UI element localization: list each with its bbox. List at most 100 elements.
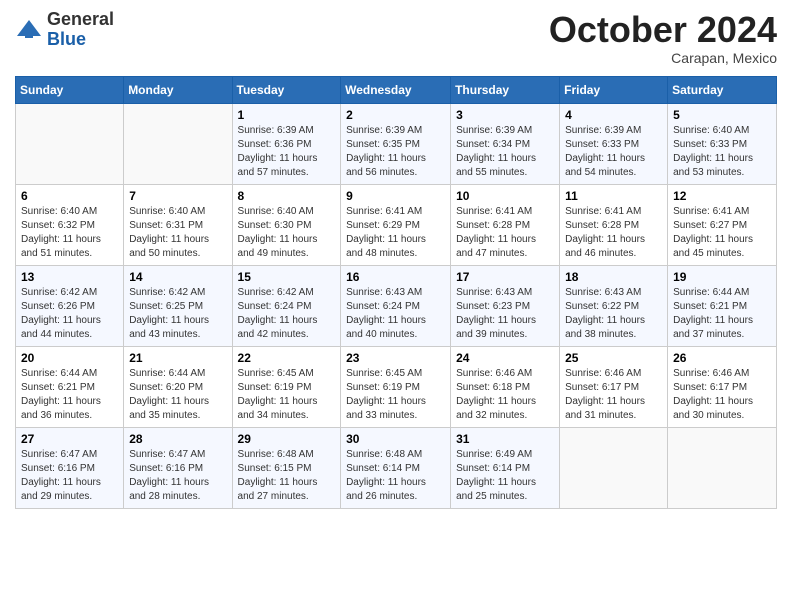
day-number: 22 [238, 351, 336, 365]
logo: General Blue [15, 10, 114, 50]
day-cell: 6 Sunrise: 6:40 AMSunset: 6:32 PMDaylight… [16, 184, 124, 265]
day-cell: 27 Sunrise: 6:47 AMSunset: 6:16 PMDayligh… [16, 427, 124, 508]
day-info: Sunrise: 6:43 AMSunset: 6:24 PMDaylight:… [346, 286, 445, 342]
day-number: 27 [21, 432, 118, 446]
day-number: 23 [346, 351, 445, 365]
day-info: Sunrise: 6:45 AMSunset: 6:19 PMDaylight:… [238, 367, 336, 423]
day-info: Sunrise: 6:42 AMSunset: 6:24 PMDaylight:… [238, 286, 336, 342]
day-info: Sunrise: 6:48 AMSunset: 6:14 PMDaylight:… [346, 448, 445, 504]
col-header-saturday: Saturday [668, 76, 777, 103]
col-header-monday: Monday [124, 76, 232, 103]
day-number: 11 [565, 189, 662, 203]
day-info: Sunrise: 6:41 AMSunset: 6:29 PMDaylight:… [346, 205, 445, 261]
day-cell: 3 Sunrise: 6:39 AMSunset: 6:34 PMDaylight… [451, 103, 560, 184]
location: Carapan, Mexico [549, 50, 777, 66]
col-header-wednesday: Wednesday [341, 76, 451, 103]
day-info: Sunrise: 6:41 AMSunset: 6:28 PMDaylight:… [456, 205, 554, 261]
day-cell: 15 Sunrise: 6:42 AMSunset: 6:24 PMDayligh… [232, 265, 341, 346]
day-cell: 4 Sunrise: 6:39 AMSunset: 6:33 PMDaylight… [560, 103, 668, 184]
title-block: October 2024 Carapan, Mexico [549, 10, 777, 66]
day-cell: 21 Sunrise: 6:44 AMSunset: 6:20 PMDayligh… [124, 346, 232, 427]
day-number: 16 [346, 270, 445, 284]
day-number: 30 [346, 432, 445, 446]
week-row-4: 20Sunrise: 6:44 AMSunset: 6:21 PMDayligh… [16, 346, 777, 427]
day-cell: 17 Sunrise: 6:43 AMSunset: 6:23 PMDayligh… [451, 265, 560, 346]
day-info: Sunrise: 6:49 AMSunset: 6:14 PMDaylight:… [456, 448, 554, 504]
day-number: 17 [456, 270, 554, 284]
day-cell: 19 Sunrise: 6:44 AMSunset: 6:21 PMDayligh… [668, 265, 777, 346]
day-info: Sunrise: 6:43 AMSunset: 6:23 PMDaylight:… [456, 286, 554, 342]
day-cell: 5Sunrise: 6:40 AMSunset: 6:33 PMDaylight… [668, 103, 777, 184]
day-cell: 22 Sunrise: 6:45 AMSunset: 6:19 PMDayligh… [232, 346, 341, 427]
day-info: Sunrise: 6:42 AMSunset: 6:25 PMDaylight:… [129, 286, 226, 342]
day-number: 12 [673, 189, 771, 203]
col-header-friday: Friday [560, 76, 668, 103]
day-cell: 28Sunrise: 6:47 AMSunset: 6:16 PMDayligh… [124, 427, 232, 508]
day-number: 1 [238, 108, 336, 122]
day-number: 8 [238, 189, 336, 203]
day-cell [668, 427, 777, 508]
day-cell: 24 Sunrise: 6:46 AMSunset: 6:18 PMDayligh… [451, 346, 560, 427]
day-info: Sunrise: 6:44 AMSunset: 6:21 PMDaylight:… [673, 286, 771, 342]
day-number: 25 [565, 351, 662, 365]
day-cell: 8 Sunrise: 6:40 AMSunset: 6:30 PMDaylight… [232, 184, 341, 265]
calendar-table: SundayMondayTuesdayWednesdayThursdayFrid… [15, 76, 777, 509]
day-info: Sunrise: 6:46 AMSunset: 6:17 PMDaylight:… [673, 367, 771, 423]
week-row-1: 1 Sunrise: 6:39 AMSunset: 6:36 PMDaylight… [16, 103, 777, 184]
day-number: 9 [346, 189, 445, 203]
day-cell: 13Sunrise: 6:42 AMSunset: 6:26 PMDayligh… [16, 265, 124, 346]
day-number: 15 [238, 270, 336, 284]
day-info: Sunrise: 6:39 AMSunset: 6:34 PMDaylight:… [456, 124, 554, 180]
day-info: Sunrise: 6:42 AMSunset: 6:26 PMDaylight:… [21, 286, 118, 342]
day-number: 6 [21, 189, 118, 203]
day-info: Sunrise: 6:39 AMSunset: 6:35 PMDaylight:… [346, 124, 445, 180]
day-info: Sunrise: 6:41 AMSunset: 6:28 PMDaylight:… [565, 205, 662, 261]
day-number: 18 [565, 270, 662, 284]
day-number: 20 [21, 351, 118, 365]
day-info: Sunrise: 6:43 AMSunset: 6:22 PMDaylight:… [565, 286, 662, 342]
day-info: Sunrise: 6:44 AMSunset: 6:20 PMDaylight:… [129, 367, 226, 423]
day-info: Sunrise: 6:48 AMSunset: 6:15 PMDaylight:… [238, 448, 336, 504]
day-number: 3 [456, 108, 554, 122]
day-cell: 29 Sunrise: 6:48 AMSunset: 6:15 PMDayligh… [232, 427, 341, 508]
day-info: Sunrise: 6:45 AMSunset: 6:19 PMDaylight:… [346, 367, 445, 423]
day-cell [16, 103, 124, 184]
day-cell: 1 Sunrise: 6:39 AMSunset: 6:36 PMDaylight… [232, 103, 341, 184]
day-cell: 31 Sunrise: 6:49 AMSunset: 6:14 PMDayligh… [451, 427, 560, 508]
day-info: Sunrise: 6:47 AMSunset: 6:16 PMDaylight:… [21, 448, 118, 504]
day-cell: 25 Sunrise: 6:46 AMSunset: 6:17 PMDayligh… [560, 346, 668, 427]
col-header-sunday: Sunday [16, 76, 124, 103]
week-row-3: 13Sunrise: 6:42 AMSunset: 6:26 PMDayligh… [16, 265, 777, 346]
day-info: Sunrise: 6:46 AMSunset: 6:18 PMDaylight:… [456, 367, 554, 423]
day-info: Sunrise: 6:46 AMSunset: 6:17 PMDaylight:… [565, 367, 662, 423]
day-cell: 7Sunrise: 6:40 AMSunset: 6:31 PMDaylight… [124, 184, 232, 265]
day-info: Sunrise: 6:40 AMSunset: 6:32 PMDaylight:… [21, 205, 118, 261]
col-header-tuesday: Tuesday [232, 76, 341, 103]
day-number: 31 [456, 432, 554, 446]
day-info: Sunrise: 6:41 AMSunset: 6:27 PMDaylight:… [673, 205, 771, 261]
month-title: October 2024 [549, 10, 777, 50]
day-number: 19 [673, 270, 771, 284]
day-cell [560, 427, 668, 508]
day-cell: 23 Sunrise: 6:45 AMSunset: 6:19 PMDayligh… [341, 346, 451, 427]
day-number: 21 [129, 351, 226, 365]
week-row-2: 6 Sunrise: 6:40 AMSunset: 6:32 PMDaylight… [16, 184, 777, 265]
logo-icon [15, 16, 43, 44]
day-number: 29 [238, 432, 336, 446]
day-number: 14 [129, 270, 226, 284]
day-info: Sunrise: 6:39 AMSunset: 6:33 PMDaylight:… [565, 124, 662, 180]
day-cell: 10Sunrise: 6:41 AMSunset: 6:28 PMDayligh… [451, 184, 560, 265]
header-row: SundayMondayTuesdayWednesdayThursdayFrid… [16, 76, 777, 103]
day-info: Sunrise: 6:40 AMSunset: 6:30 PMDaylight:… [238, 205, 336, 261]
day-info: Sunrise: 6:40 AMSunset: 6:31 PMDaylight:… [129, 205, 226, 261]
day-number: 24 [456, 351, 554, 365]
day-cell: 9 Sunrise: 6:41 AMSunset: 6:29 PMDaylight… [341, 184, 451, 265]
day-cell: 16 Sunrise: 6:43 AMSunset: 6:24 PMDayligh… [341, 265, 451, 346]
logo-text: General Blue [47, 10, 114, 50]
day-info: Sunrise: 6:39 AMSunset: 6:36 PMDaylight:… [238, 124, 336, 180]
col-header-thursday: Thursday [451, 76, 560, 103]
day-cell: 18 Sunrise: 6:43 AMSunset: 6:22 PMDayligh… [560, 265, 668, 346]
day-cell: 2Sunrise: 6:39 AMSunset: 6:35 PMDaylight… [341, 103, 451, 184]
day-cell: 30 Sunrise: 6:48 AMSunset: 6:14 PMDayligh… [341, 427, 451, 508]
day-number: 4 [565, 108, 662, 122]
